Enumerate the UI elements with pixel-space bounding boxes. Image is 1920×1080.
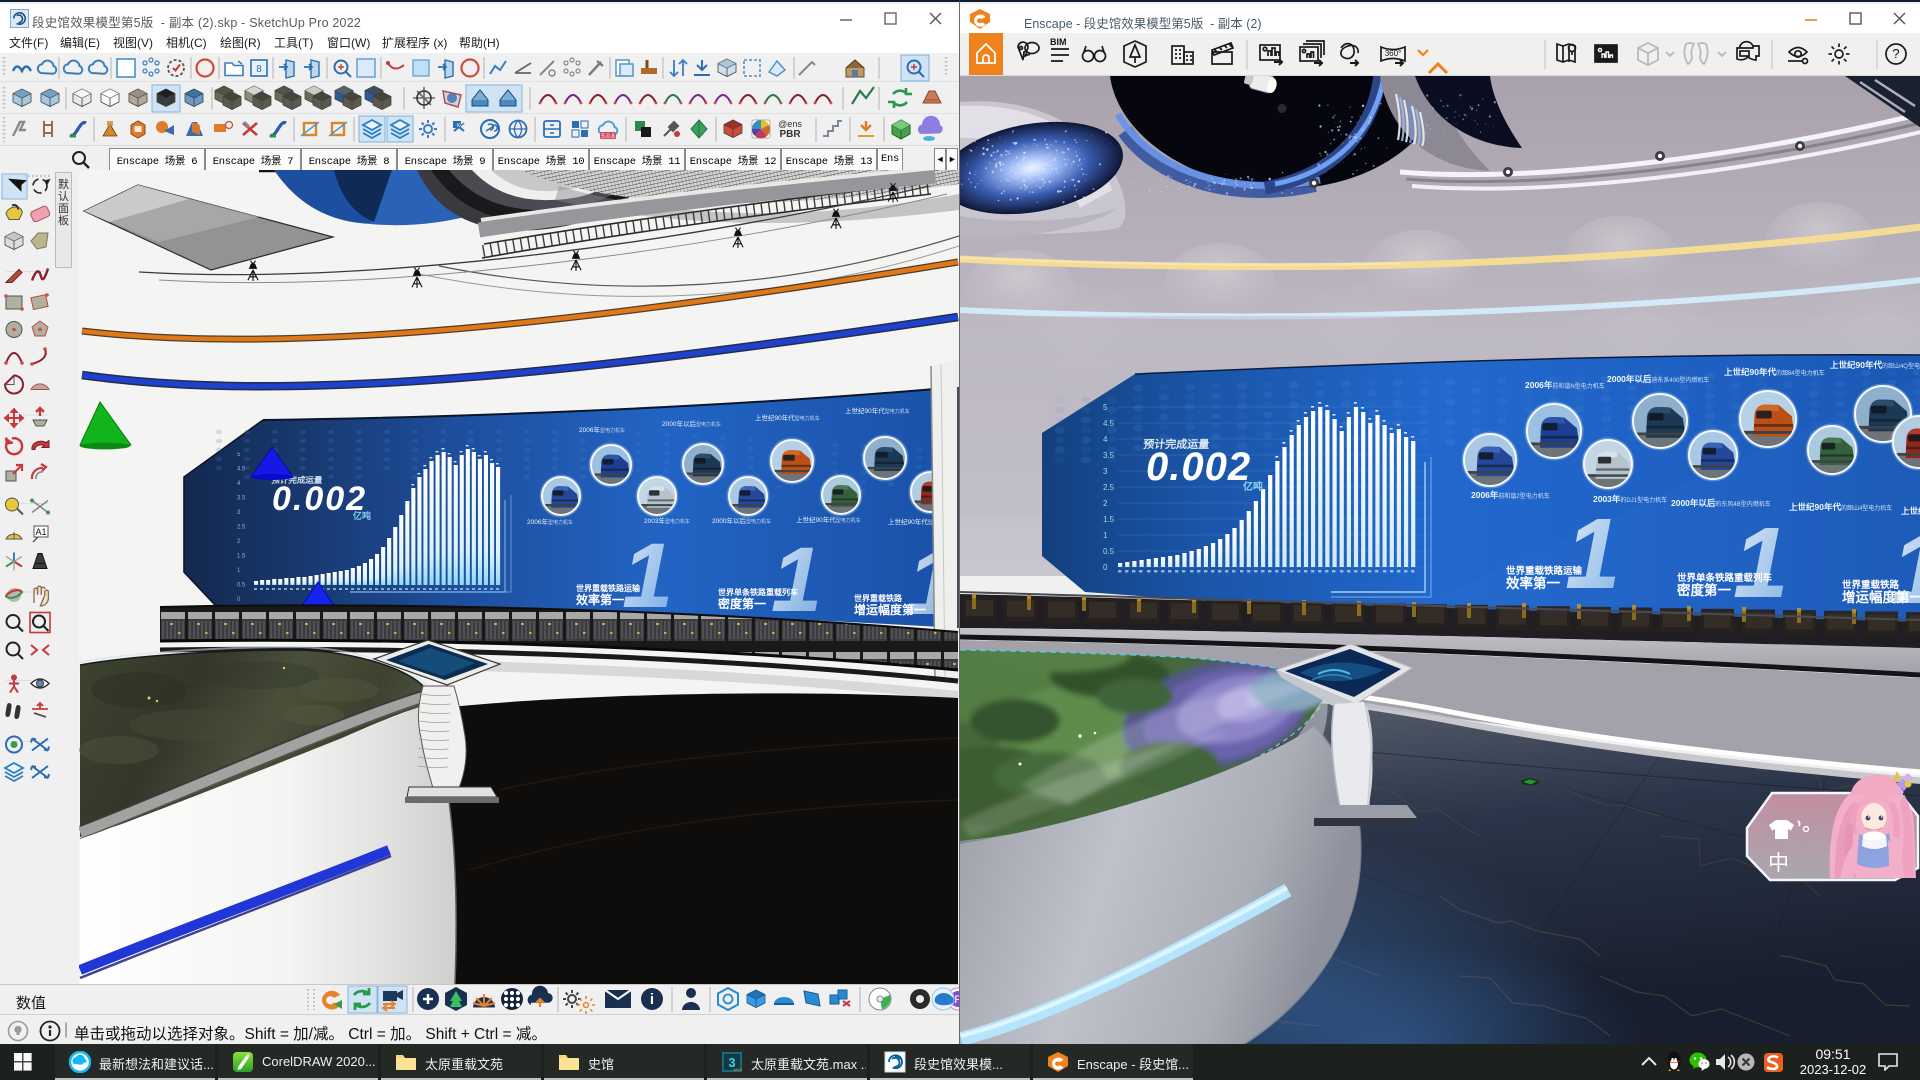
svg-text:0.002: 0.002	[1146, 445, 1251, 489]
svg-text:0.5: 0.5	[1103, 547, 1115, 556]
svg-text:3.5: 3.5	[237, 496, 246, 502]
svg-text:1: 1	[1891, 513, 1920, 625]
svg-text:PBR: PBR	[779, 129, 801, 140]
svg-text:0.5: 0.5	[237, 583, 246, 589]
svg-text:1: 1	[1103, 531, 1108, 540]
svg-text:世界单条铁路重载列车: 世界单条铁路重载列车	[718, 587, 798, 597]
svg-text:KG: KG	[457, 123, 464, 129]
svg-text:世界重载铁路运输: 世界重载铁路运输	[576, 583, 641, 593]
svg-text:3.5: 3.5	[1103, 451, 1115, 460]
svg-text:1.5: 1.5	[1103, 515, 1115, 524]
svg-text:@ens: @ens	[778, 119, 802, 129]
svg-text:4.5: 4.5	[237, 467, 246, 473]
svg-text:2.5: 2.5	[237, 525, 246, 531]
svg-text:世界重载铁路: 世界重载铁路	[854, 593, 903, 603]
svg-text:1: 1	[1565, 498, 1621, 610]
svg-text:密度第一: 密度第一	[1676, 582, 1731, 598]
svg-text:1: 1	[1733, 507, 1789, 619]
svg-text:密度第一: 密度第一	[718, 596, 766, 611]
svg-text:增运幅度第一: 增运幅度第一	[1842, 589, 1920, 605]
svg-text:MAX: MAX	[734, 1067, 743, 1072]
svg-text:0: 0	[1103, 563, 1108, 572]
svg-text:?: ?	[1892, 46, 1899, 61]
svg-text:效率第一: 效率第一	[1506, 575, 1560, 591]
svg-text:增运幅度第一: 增运幅度第一	[854, 602, 926, 617]
svg-text:360°: 360°	[1385, 49, 1402, 58]
svg-text:i: i	[650, 991, 654, 1008]
svg-text:4: 4	[1103, 435, 1108, 444]
svg-text:5: 5	[1103, 403, 1108, 412]
svg-text:A1: A1	[35, 527, 46, 537]
svg-text:5.0.8: 5.0.8	[601, 134, 615, 140]
svg-text:BIM: BIM	[1050, 37, 1067, 47]
svg-text:效率第一: 效率第一	[576, 592, 624, 607]
svg-text:中: 中	[1768, 852, 1789, 875]
svg-text:2.5: 2.5	[1103, 483, 1115, 492]
svg-text:亿吨: 亿吨	[1243, 480, 1263, 493]
svg-text:亿吨: 亿吨	[353, 510, 371, 521]
svg-text:4.5: 4.5	[1103, 419, 1115, 428]
svg-text:2: 2	[1103, 499, 1108, 508]
svg-text:3: 3	[1103, 467, 1108, 476]
svg-text:1: 1	[771, 529, 822, 631]
svg-text:8: 8	[256, 64, 262, 75]
svg-text:1.5: 1.5	[237, 554, 246, 560]
